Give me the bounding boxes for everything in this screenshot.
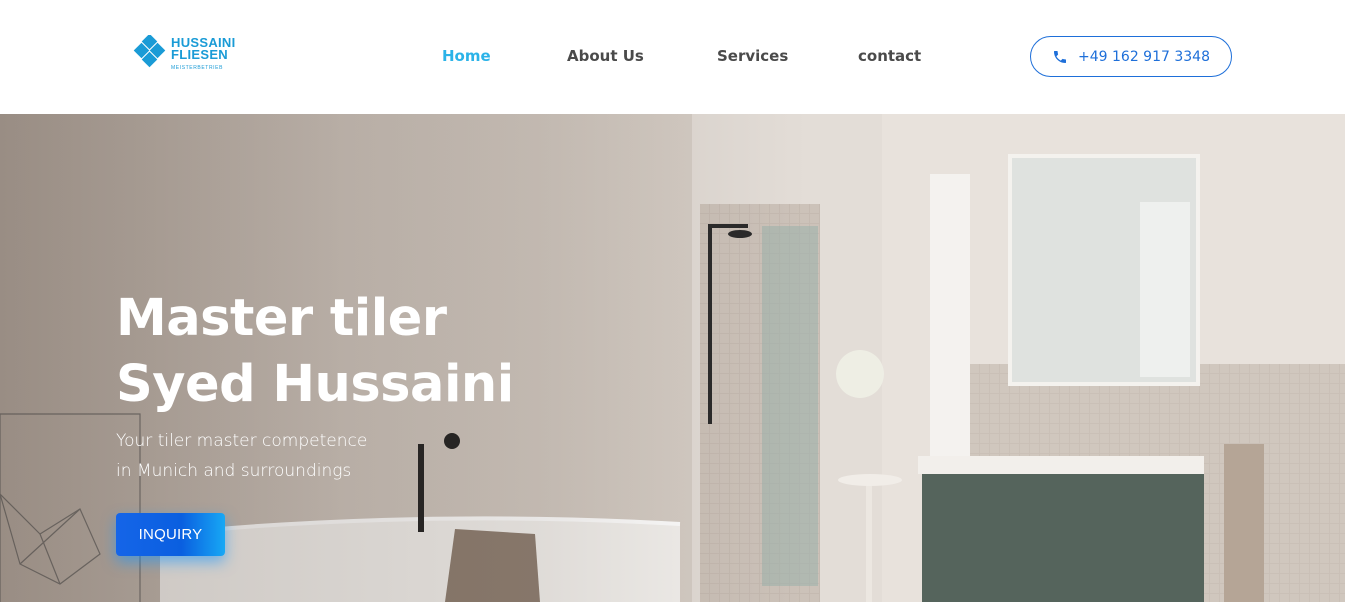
nav-about-us[interactable]: About Us — [567, 47, 644, 65]
inquiry-button[interactable]: INQUIRY — [116, 513, 225, 556]
nav-contact[interactable]: contact — [858, 47, 921, 65]
brand-logo[interactable]: HUSSAINI FLIESEN MEISTERBETRIEB — [133, 35, 245, 73]
logo-diamond-icon — [133, 35, 166, 68]
phone-number: +49 162 917 3348 — [1078, 48, 1210, 65]
nav-home[interactable]: Home — [442, 47, 491, 65]
hero-subtitle-line2: in Munich and surroundings — [116, 461, 352, 481]
brand-name: HUSSAINI FLIESEN — [171, 36, 236, 62]
brand-tagline: MEISTERBETRIEB — [171, 65, 224, 71]
brand-name-line2: FLIESEN — [171, 47, 228, 62]
nav-services[interactable]: Services — [717, 47, 788, 65]
hero-title-line2: Syed Hussaini — [116, 355, 514, 414]
hero-title-line1: Master tiler — [116, 289, 447, 348]
phone-button[interactable]: +49 162 917 3348 — [1030, 36, 1232, 77]
phone-icon — [1054, 50, 1067, 63]
site-header: HUSSAINI FLIESEN MEISTERBETRIEB Home Abo… — [0, 0, 1345, 114]
hero-section: Master tiler Syed Hussaini Your tiler ma… — [0, 114, 1345, 602]
hero-subtitle: Your tiler master competence in Munich a… — [116, 426, 367, 486]
hero-subtitle-line1: Your tiler master competence — [116, 431, 368, 451]
hero-title: Master tiler Syed Hussaini — [116, 286, 514, 418]
